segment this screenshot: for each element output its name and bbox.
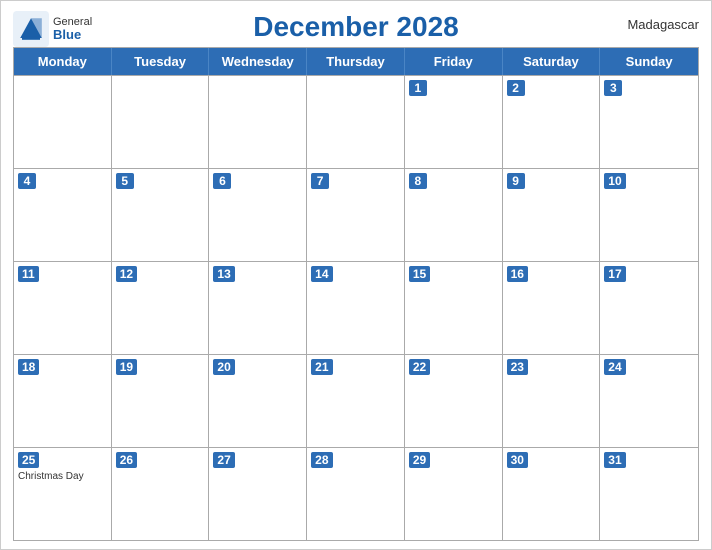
day-number: 19 [116, 359, 137, 375]
day-number: 5 [116, 173, 134, 189]
day-number: 20 [213, 359, 234, 375]
week-row-1: 1 2 3 [14, 75, 698, 168]
day-header-monday: Monday [14, 48, 112, 75]
day-number: 12 [116, 266, 137, 282]
day-number: 2 [507, 80, 525, 96]
day-cell: 21 [307, 355, 405, 447]
day-cell: 10 [600, 169, 698, 261]
day-cell: 4 [14, 169, 112, 261]
day-cell: 22 [405, 355, 503, 447]
day-cell: 14 [307, 262, 405, 354]
day-cell: 20 [209, 355, 307, 447]
day-cell: 1 [405, 76, 503, 168]
country-label: Madagascar [627, 17, 699, 32]
day-number: 27 [213, 452, 234, 468]
day-number: 17 [604, 266, 625, 282]
day-cell: 24 [600, 355, 698, 447]
calendar-title: December 2028 [253, 11, 458, 43]
week-row-3: 11 12 13 14 15 16 17 [14, 261, 698, 354]
week-row-5: 25 Christmas Day 26 27 28 29 30 31 [14, 447, 698, 540]
day-number: 4 [18, 173, 36, 189]
day-cell [14, 76, 112, 168]
day-number: 13 [213, 266, 234, 282]
day-cell: 19 [112, 355, 210, 447]
day-cell: 15 [405, 262, 503, 354]
day-number: 15 [409, 266, 430, 282]
day-number: 11 [18, 266, 39, 282]
week-row-2: 4 5 6 7 8 9 10 [14, 168, 698, 261]
day-cell: 12 [112, 262, 210, 354]
day-cell: 7 [307, 169, 405, 261]
day-cell: 29 [405, 448, 503, 540]
brand-blue-text: Blue [53, 28, 92, 42]
day-cell: 13 [209, 262, 307, 354]
brand-icon [13, 11, 49, 47]
weeks-container: 1234567891011121314151617181920212223242… [14, 75, 698, 540]
day-number: 29 [409, 452, 430, 468]
day-number: 1 [409, 80, 427, 96]
day-cell: 17 [600, 262, 698, 354]
day-number: 14 [311, 266, 332, 282]
day-number: 6 [213, 173, 231, 189]
day-cell: 9 [503, 169, 601, 261]
day-number: 24 [604, 359, 625, 375]
day-header-tuesday: Tuesday [112, 48, 210, 75]
calendar-wrapper: General Blue December 2028 Madagascar Mo… [0, 0, 712, 550]
day-number: 21 [311, 359, 332, 375]
brand-logo-area: General Blue [13, 11, 92, 47]
day-cell: 26 [112, 448, 210, 540]
day-cell: 18 [14, 355, 112, 447]
day-cell: 5 [112, 169, 210, 261]
calendar-header: General Blue December 2028 Madagascar [13, 11, 699, 43]
day-number: 7 [311, 173, 329, 189]
day-cell: 6 [209, 169, 307, 261]
day-cell [307, 76, 405, 168]
day-number: 10 [604, 173, 625, 189]
day-number: 18 [18, 359, 39, 375]
day-cell: 27 [209, 448, 307, 540]
day-cell [112, 76, 210, 168]
day-number: 3 [604, 80, 622, 96]
day-cell: 8 [405, 169, 503, 261]
day-event: Christmas Day [18, 471, 107, 482]
day-number: 25 [18, 452, 39, 468]
day-number: 16 [507, 266, 528, 282]
day-cell: 25 Christmas Day [14, 448, 112, 540]
day-number: 31 [604, 452, 625, 468]
day-cell [209, 76, 307, 168]
day-cell: 2 [503, 76, 601, 168]
day-cell: 31 [600, 448, 698, 540]
brand-text: General Blue [53, 16, 92, 42]
day-cell: 28 [307, 448, 405, 540]
day-cell: 11 [14, 262, 112, 354]
day-cell: 16 [503, 262, 601, 354]
day-header-thursday: Thursday [307, 48, 405, 75]
day-cell: 30 [503, 448, 601, 540]
day-number: 22 [409, 359, 430, 375]
day-number: 23 [507, 359, 528, 375]
day-number: 26 [116, 452, 137, 468]
day-number: 8 [409, 173, 427, 189]
day-number: 30 [507, 452, 528, 468]
calendar-grid: MondayTuesdayWednesdayThursdayFridaySatu… [13, 47, 699, 541]
day-header-saturday: Saturday [503, 48, 601, 75]
day-number: 28 [311, 452, 332, 468]
day-headers-row: MondayTuesdayWednesdayThursdayFridaySatu… [14, 48, 698, 75]
day-header-friday: Friday [405, 48, 503, 75]
day-number: 9 [507, 173, 525, 189]
day-header-wednesday: Wednesday [209, 48, 307, 75]
day-cell: 23 [503, 355, 601, 447]
week-row-4: 18 19 20 21 22 23 24 [14, 354, 698, 447]
day-header-sunday: Sunday [600, 48, 698, 75]
day-cell: 3 [600, 76, 698, 168]
